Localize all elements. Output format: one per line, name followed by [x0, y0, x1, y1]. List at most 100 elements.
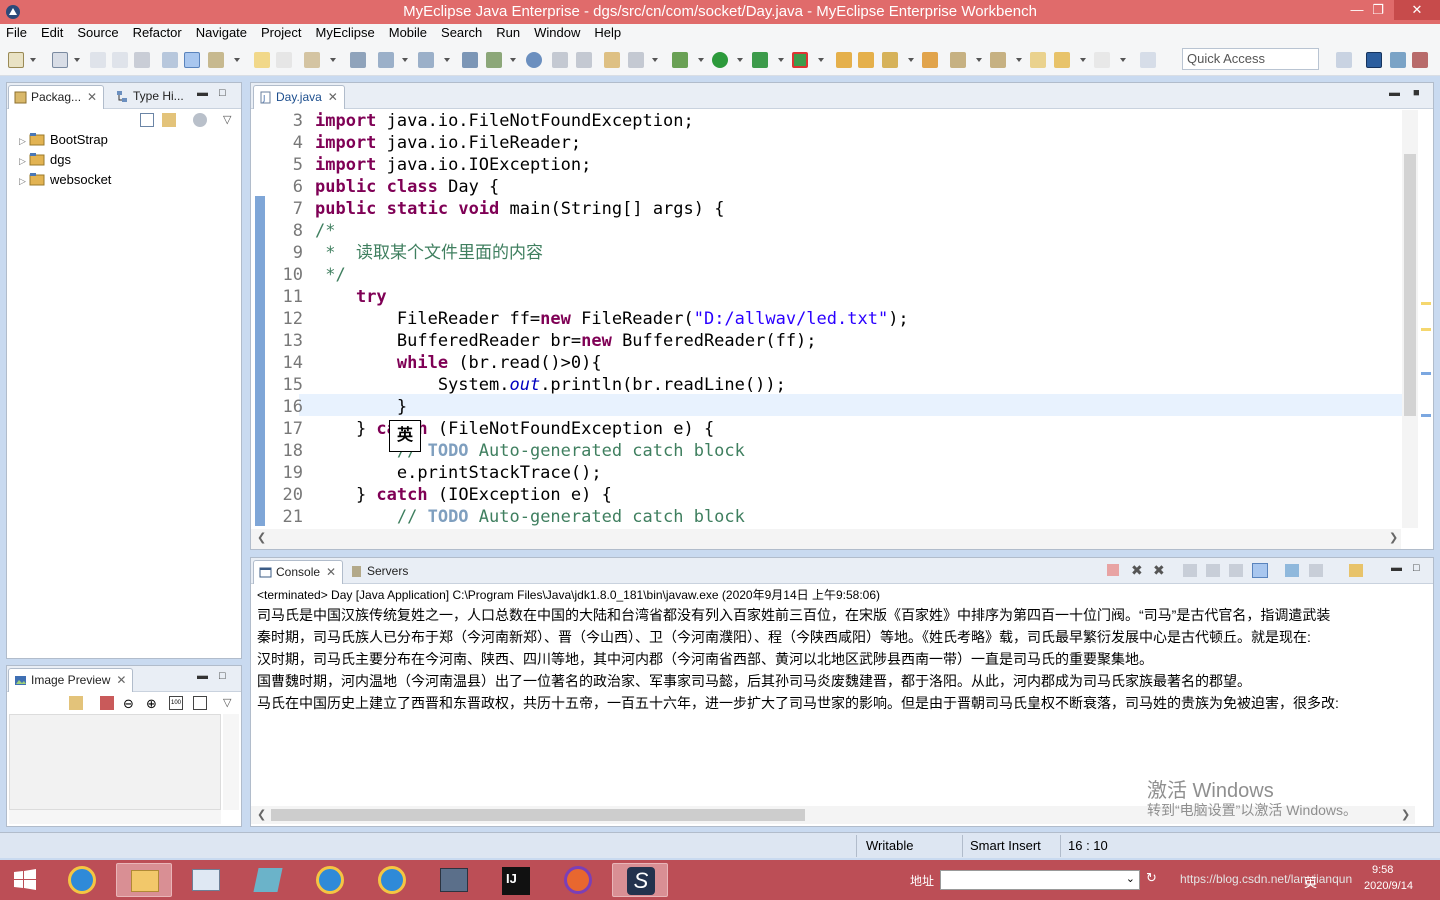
open-folder-icon[interactable] [836, 52, 852, 68]
brush-icon[interactable] [882, 52, 898, 68]
address-input[interactable]: ⌄ [940, 870, 1140, 890]
menu-search[interactable]: Search [434, 24, 489, 42]
sync-icon[interactable] [69, 696, 83, 710]
maximize-icon[interactable]: □ [219, 670, 226, 682]
terminate-icon[interactable] [1107, 564, 1119, 576]
code-area[interactable]: 3 import java.io.FileNotFoundException; 4 i… [267, 110, 1401, 528]
scroll-right-icon[interactable]: ❯ [1401, 808, 1410, 821]
mark-occurrences-icon[interactable] [184, 52, 200, 68]
display-console-icon[interactable] [1309, 564, 1323, 577]
task-marker[interactable] [1421, 414, 1431, 417]
help-icon[interactable] [628, 52, 644, 68]
remove-all-icon[interactable]: ✖ [1153, 562, 1165, 579]
tray-ime[interactable]: 英 [1304, 872, 1317, 891]
tab-type-hierarchy[interactable]: Type Hi... [111, 85, 190, 109]
package-icon[interactable] [922, 52, 938, 68]
fit-icon[interactable] [193, 696, 207, 710]
menu-source[interactable]: Source [70, 24, 125, 42]
tab-image-preview[interactable]: Image Preview ✕ [8, 668, 134, 692]
pen-icon[interactable] [208, 52, 224, 68]
coverage-icon[interactable] [752, 52, 768, 68]
menu-navigate[interactable]: Navigate [189, 24, 254, 42]
minimize-icon[interactable]: ▬ [197, 87, 208, 99]
menu-window[interactable]: Window [527, 24, 587, 42]
horizontal-scrollbar[interactable]: ❮ ❯ [251, 529, 1401, 549]
close-icon[interactable]: ✕ [328, 90, 338, 104]
expand-arrow-icon[interactable]: ▷ [19, 172, 29, 190]
open-perspective-icon[interactable] [1336, 52, 1352, 68]
filter-icon[interactable] [193, 113, 207, 127]
zoom-in-icon[interactable]: ⊕ [146, 696, 157, 712]
server-icon[interactable] [304, 52, 320, 68]
minimize-icon[interactable]: ▬ [1389, 87, 1400, 99]
clear-console-icon[interactable] [1183, 564, 1197, 577]
task-marker[interactable] [1421, 372, 1431, 375]
menu-mobile[interactable]: Mobile [382, 24, 434, 42]
last-edit-icon[interactable] [1030, 52, 1046, 68]
tab-console[interactable]: Console ✕ [253, 560, 344, 584]
tree-item-bootstrap[interactable]: ▷ BootStrap [19, 131, 108, 149]
refresh-icon[interactable] [576, 52, 592, 68]
close-icon[interactable]: ✕ [326, 565, 336, 579]
view-menu-icon[interactable]: ▽ [223, 113, 231, 126]
vertical-scrollbar[interactable] [223, 714, 239, 810]
menu-project[interactable]: Project [254, 24, 308, 42]
pin-console-icon[interactable] [1285, 564, 1299, 577]
taskbar-ie[interactable] [54, 863, 110, 897]
prev-annotation-icon[interactable] [990, 52, 1006, 68]
scroll-lock-icon[interactable] [1206, 564, 1220, 577]
external-tools-icon[interactable] [792, 52, 808, 68]
taskbar-firefox[interactable] [550, 863, 606, 897]
menu-edit[interactable]: Edit [34, 24, 70, 42]
minimize-icon[interactable]: ▬ [197, 670, 208, 682]
next-annotation-icon[interactable] [950, 52, 966, 68]
maximize-icon[interactable]: ■ [1413, 87, 1420, 99]
globe-icon[interactable] [526, 52, 542, 68]
toggle-icon[interactable] [162, 52, 178, 68]
warning-marker[interactable] [1421, 328, 1431, 331]
open-console-icon[interactable] [1349, 564, 1363, 577]
vertical-scrollbar[interactable] [1402, 110, 1418, 528]
warning-marker[interactable] [1421, 302, 1431, 305]
debug-icon[interactable] [672, 52, 688, 68]
deploy-icon[interactable] [350, 52, 366, 68]
restore-button[interactable]: ❐ [1363, 0, 1393, 20]
print-icon[interactable] [134, 52, 150, 68]
new-icon[interactable] [8, 52, 24, 68]
taskbar-network[interactable] [426, 863, 482, 897]
word-wrap-icon[interactable] [1229, 564, 1243, 577]
menu-run[interactable]: Run [489, 24, 527, 42]
menu-myeclipse[interactable]: MyEclipse [308, 24, 381, 42]
zoom-out-icon[interactable]: ⊖ [123, 696, 134, 712]
run-icon[interactable] [712, 52, 728, 68]
menu-refactor[interactable]: Refactor [126, 24, 189, 42]
close-icon[interactable]: ✕ [87, 90, 97, 104]
tab-servers[interactable]: Servers [345, 560, 414, 584]
image-tool-icon[interactable] [100, 696, 114, 710]
scroll-left-icon[interactable]: ❮ [257, 531, 266, 544]
save-icon[interactable] [90, 52, 106, 68]
vertical-scrollbar[interactable] [1415, 604, 1433, 804]
actual-size-icon[interactable]: 100 [169, 696, 183, 710]
taskbar-ie-2[interactable] [302, 863, 358, 897]
new-project-icon[interactable] [52, 52, 68, 68]
overview-ruler[interactable] [1418, 110, 1434, 528]
run-config-icon[interactable] [486, 52, 502, 68]
scroll-thumb[interactable] [1404, 154, 1416, 416]
tab-day-java[interactable]: J Day.java ✕ [253, 85, 345, 109]
taskbar-ie-3[interactable] [364, 863, 420, 897]
taskbar-chart[interactable] [178, 863, 234, 897]
menu-file[interactable]: File [0, 24, 34, 42]
debug-perspective-icon[interactable] [1390, 52, 1406, 68]
tab-package-explorer[interactable]: Packag... ✕ [8, 85, 105, 109]
db-icon[interactable] [552, 52, 568, 68]
maximize-icon[interactable]: □ [219, 87, 226, 99]
go-icon[interactable]: ↻ [1146, 870, 1157, 886]
collapse-all-icon[interactable] [140, 113, 154, 127]
remove-launch-icon[interactable]: ✖ [1131, 562, 1143, 579]
pin-editor-icon[interactable] [1140, 52, 1156, 68]
taskbar-myeclipse[interactable]: S [612, 863, 668, 897]
chevron-down-icon[interactable]: ⌄ [1126, 872, 1135, 885]
back-icon[interactable] [1054, 52, 1070, 68]
scroll-right-icon[interactable]: ❯ [1389, 531, 1398, 544]
